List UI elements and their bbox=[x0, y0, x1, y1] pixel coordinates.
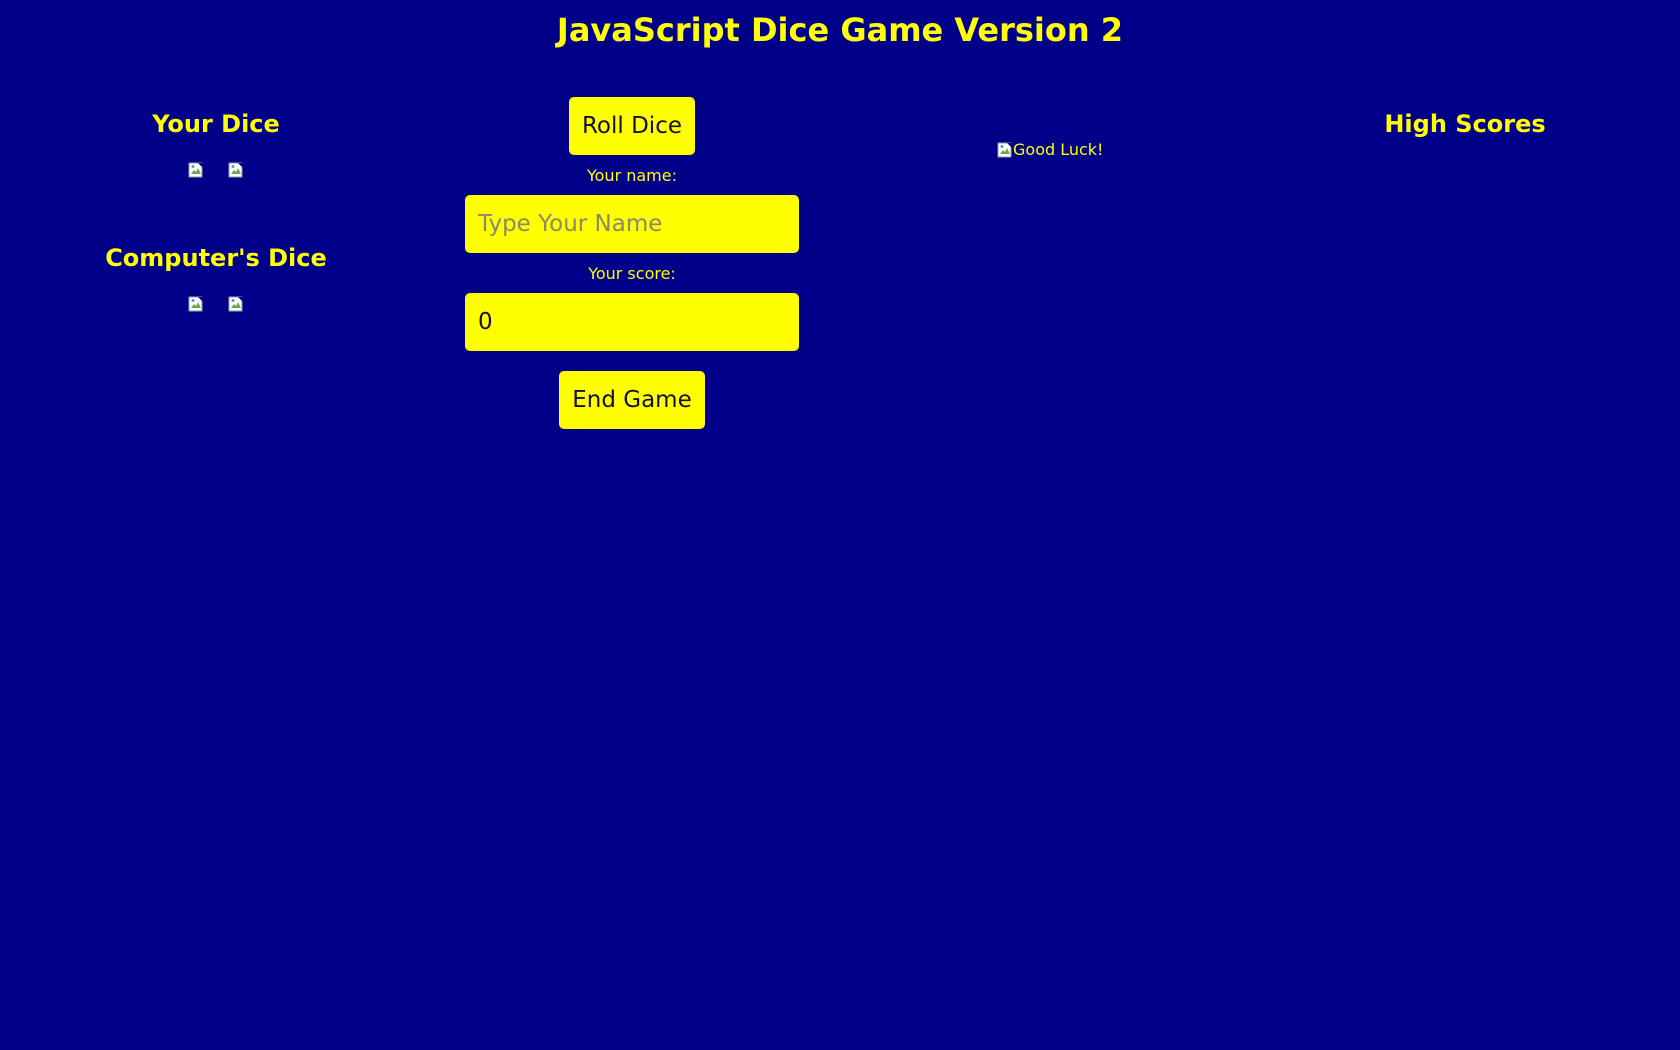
status-image: Good Luck! bbox=[997, 140, 1103, 160]
status-image-alt-text: Good Luck! bbox=[1013, 140, 1104, 159]
player-die-2-broken-image-icon bbox=[228, 162, 244, 178]
computer-die-1-broken-image-icon bbox=[188, 296, 204, 312]
page-title: JavaScript Dice Game Version 2 bbox=[556, 11, 1124, 49]
end-game-button[interactable]: End Game bbox=[559, 371, 705, 429]
name-input[interactable]: Type Your Name bbox=[465, 195, 799, 253]
score-field[interactable]: 0 bbox=[465, 293, 799, 351]
computer-dice-row bbox=[0, 296, 432, 316]
status-broken-image-icon bbox=[997, 142, 1013, 158]
name-label: Your name: bbox=[586, 166, 677, 185]
your-dice-heading: Your Dice bbox=[152, 110, 280, 138]
score-label: Your score: bbox=[588, 264, 676, 283]
computer-dice-heading: Computer's Dice bbox=[105, 244, 327, 272]
controls-panel: Roll Dice Your name: Type Your Name Your… bbox=[465, 97, 799, 429]
your-dice-row bbox=[0, 162, 432, 182]
player-die-1-broken-image-icon bbox=[188, 162, 204, 178]
name-input-placeholder: Type Your Name bbox=[478, 211, 663, 237]
roll-dice-button[interactable]: Roll Dice bbox=[568, 97, 695, 155]
computer-die-2-broken-image-icon bbox=[228, 296, 244, 312]
high-scores-panel: High Scores bbox=[1250, 108, 1680, 140]
end-game-wrap: End Game bbox=[465, 371, 799, 429]
score-value: 0 bbox=[478, 309, 493, 335]
dice-panel: Your Dice Computer's Dice bbox=[0, 108, 432, 316]
high-scores-heading: High Scores bbox=[1384, 110, 1546, 138]
dice-game-page: JavaScript Dice Game Version 2 Your Dice… bbox=[0, 0, 1680, 1050]
